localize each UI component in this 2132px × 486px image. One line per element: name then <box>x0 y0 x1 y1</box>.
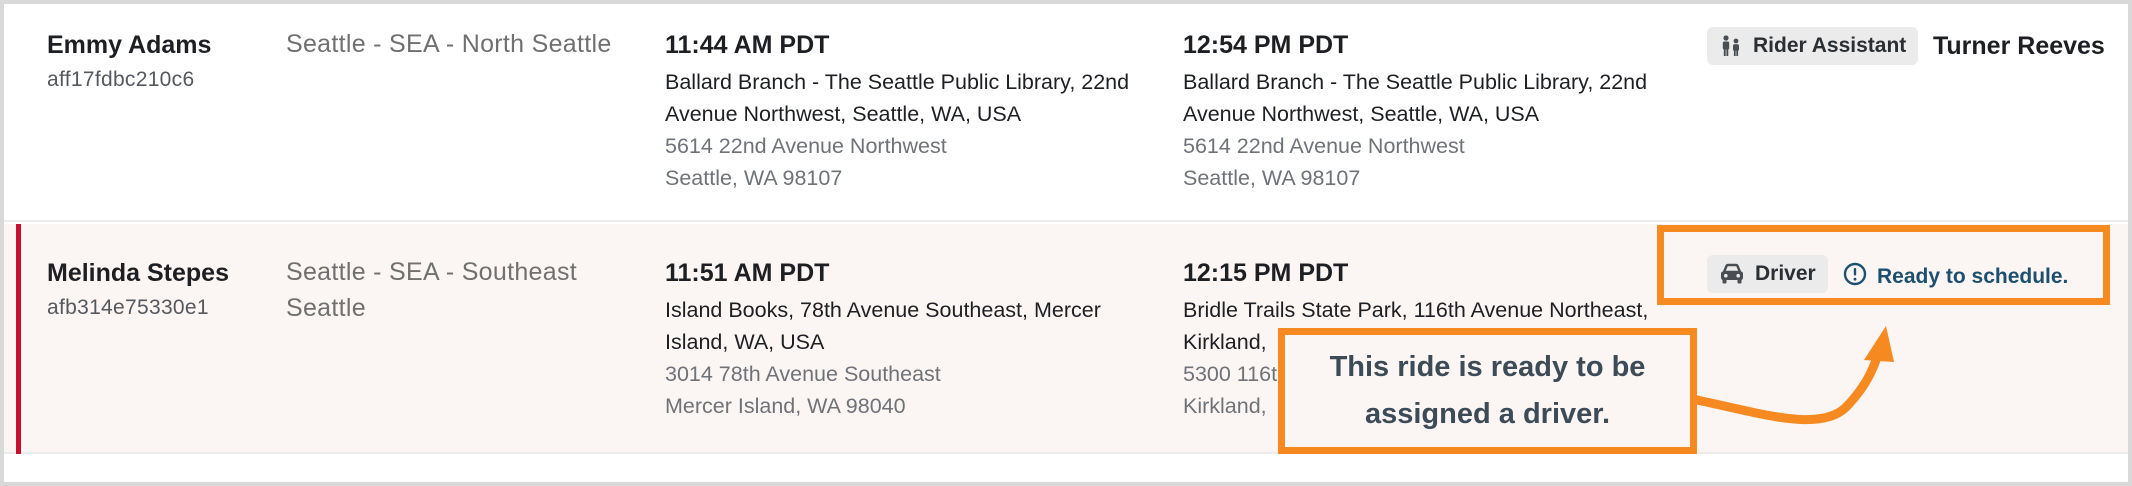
pickup-place: Island Books, 78th Avenue Southeast, Mer… <box>665 294 1175 358</box>
assignment-type-chip: Rider Assistant <box>1707 27 1919 65</box>
region: Seattle - SEA - North Seattle <box>286 26 636 62</box>
rider-name[interactable]: Melinda Stepes <box>47 259 229 288</box>
highlight-box <box>1657 225 2110 305</box>
ride-list: Emmy Adams aff17fdbc210c6 Seattle - SEA … <box>0 0 2132 486</box>
callout-box: This ride is ready to be assigned a driv… <box>1278 328 1697 454</box>
pickup-address: 3014 78th Avenue Southeast Mercer Island… <box>665 358 941 422</box>
pickup-place: Ballard Branch - The Seattle Public Libr… <box>665 66 1175 130</box>
assignee-name[interactable]: Turner Reeves <box>1933 32 2105 61</box>
region-line: Seattle - SEA - Southeast <box>286 258 577 286</box>
address-line: 3014 78th Avenue Southeast <box>665 362 941 386</box>
dropoff-address: 5300 116t Kirkland, <box>1183 358 1277 422</box>
address-line: Seattle, WA 98107 <box>665 166 843 190</box>
callout-text: This ride is ready to be assigned a driv… <box>1329 351 1646 430</box>
place-line: Avenue Northwest, Seattle, WA, USA <box>1183 102 1540 126</box>
ride-row[interactable]: Emmy Adams aff17fdbc210c6 Seattle - SEA … <box>4 4 2128 222</box>
place-line: Island, WA, USA <box>665 330 825 354</box>
address-line: Kirkland, <box>1183 394 1267 418</box>
rider-assistant-icon <box>1719 34 1743 58</box>
dropoff-time: 12:54 PM PDT <box>1183 31 1349 59</box>
assignment-type-label: Rider Assistant <box>1753 34 1907 57</box>
place-line: Bridle Trails State Park, 116th Avenue N… <box>1183 298 1649 322</box>
region-line: Seattle - SEA - North Seattle <box>286 30 612 58</box>
region-line: Seattle <box>286 294 366 322</box>
region: Seattle - SEA - Southeast Seattle <box>286 254 636 326</box>
place-line: Ballard Branch - The Seattle Public Libr… <box>1183 70 1648 94</box>
pickup-time: 11:44 AM PDT <box>665 31 830 59</box>
pickup-address: 5614 22nd Avenue Northwest Seattle, WA 9… <box>665 130 947 194</box>
place-line: Ballard Branch - The Seattle Public Libr… <box>665 70 1130 94</box>
address-line: 5300 116t <box>1183 362 1278 386</box>
dropoff-time: 12:15 PM PDT <box>1183 259 1349 287</box>
dropoff-place: Ballard Branch - The Seattle Public Libr… <box>1183 66 1693 130</box>
ride-id: aff17fdbc210c6 <box>47 68 195 91</box>
row-flag <box>16 224 21 454</box>
dropoff-address: 5614 22nd Avenue Northwest Seattle, WA 9… <box>1183 130 1465 194</box>
rider-name[interactable]: Emmy Adams <box>47 31 211 60</box>
place-line: Avenue Northwest, Seattle, WA, USA <box>665 102 1022 126</box>
place-line: Island Books, 78th Avenue Southeast, Mer… <box>665 298 1101 322</box>
pickup-time: 11:51 AM PDT <box>665 259 830 287</box>
address-line: 5614 22nd Avenue Northwest <box>665 134 947 158</box>
ride-id: afb314e75330e1 <box>47 296 209 319</box>
address-line: Seattle, WA 98107 <box>1183 166 1361 190</box>
address-line: 5614 22nd Avenue Northwest <box>1183 134 1465 158</box>
address-line: Mercer Island, WA 98040 <box>665 394 906 418</box>
